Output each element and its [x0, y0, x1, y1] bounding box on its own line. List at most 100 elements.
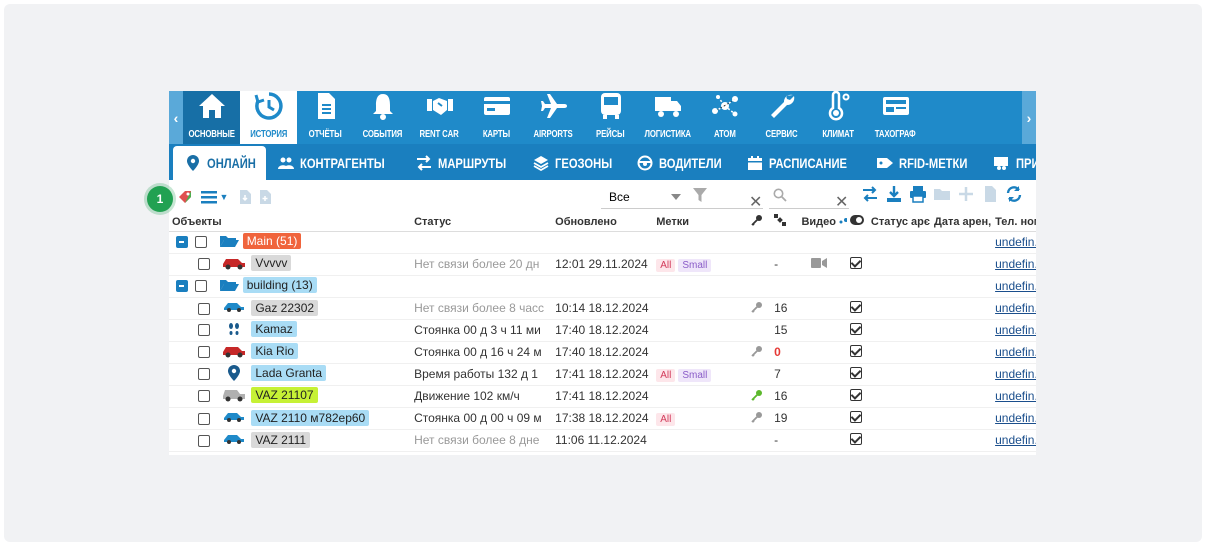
column-header[interactable]: Тел. ном [992, 213, 1036, 232]
select-checkbox[interactable] [198, 302, 210, 315]
nav-item-document[interactable]: ОТЧЁТЫ [297, 91, 354, 144]
nav-item-bell[interactable]: СОБЫТИЯ [354, 91, 411, 144]
group-name[interactable]: building (13) [242, 277, 317, 294]
phone-link[interactable]: undefin.. [995, 345, 1036, 359]
nav-item-airplane[interactable]: AIRPORTS [525, 91, 582, 144]
phone-link[interactable]: undefin.. [995, 279, 1036, 293]
nav-item-id-card[interactable]: ТАХОГРАФ [867, 91, 924, 144]
enabled-checkbox[interactable] [849, 256, 862, 269]
enabled-checkbox[interactable] [849, 344, 862, 357]
select-checkbox[interactable] [198, 346, 210, 359]
nav-item-handshake[interactable]: RENT CAR [411, 91, 468, 144]
tag-badge[interactable]: All [656, 258, 676, 272]
select-checkbox[interactable] [195, 236, 208, 249]
enabled-checkbox[interactable] [849, 388, 862, 401]
column-header[interactable]: Обновлено [552, 213, 654, 232]
object-name[interactable]: Gaz 22302 [251, 299, 319, 316]
nav-item-home[interactable]: ОСНОВНЫЕ [183, 91, 240, 144]
object-name[interactable]: VAZ 2110 м782ер60 [251, 409, 370, 426]
select-checkbox[interactable] [198, 412, 210, 425]
column-header[interactable]: Видео [798, 213, 847, 232]
table-row[interactable]: Gaz 22302 Нет связи более 8 часс 10:14 18.… [169, 297, 1036, 320]
tab-location-pin[interactable]: ОНЛАЙН [173, 146, 267, 180]
menu-icon[interactable] [199, 185, 219, 209]
column-header[interactable]: Статус [411, 213, 553, 232]
tab-calendar[interactable]: РАСПИСАНИЕ [735, 146, 865, 180]
phone-link[interactable]: undefin.. [995, 389, 1036, 403]
column-header[interactable]: Объекты [169, 213, 412, 232]
tab-route[interactable]: МАРШРУТЫ [404, 146, 521, 180]
group-row[interactable]: Main (51) undefin.. [169, 231, 1036, 254]
nav-item-truck[interactable]: ЛОГИСТИКА [639, 91, 696, 144]
tag-badge[interactable]: All [656, 368, 676, 382]
select-checkbox[interactable] [198, 434, 210, 447]
enabled-checkbox[interactable] [849, 366, 862, 379]
object-name[interactable]: VAZ 21107 [251, 387, 318, 404]
tag-badge[interactable]: All [656, 412, 676, 426]
phone-link[interactable]: undefin.. [995, 257, 1036, 271]
tab-trailer[interactable]: ПРИЦЕПЫ [982, 146, 1036, 180]
tab-layers[interactable]: ГЕОЗОНЫ [521, 146, 624, 180]
clear-search-icon[interactable]: ✕ [835, 192, 848, 212]
table-row[interactable]: VAZ 2111 Нет связи более 8 дне 11:06 11.12… [169, 429, 1036, 452]
phone-link[interactable]: undefin.. [995, 367, 1036, 381]
phone-link[interactable]: undefin.. [995, 301, 1036, 315]
enabled-checkbox[interactable] [849, 322, 862, 335]
column-header[interactable] [771, 213, 799, 232]
nav-item-card[interactable]: КАРТЫ [468, 91, 525, 144]
table-row[interactable]: Kia Rio Стоянка 00 д 16 ч 24 м 17:40 18.12… [169, 341, 1036, 364]
status-filter-select[interactable]: Все [601, 185, 691, 209]
tag-badge[interactable]: Small [678, 368, 712, 382]
select-checkbox[interactable] [198, 258, 210, 271]
swap-icon[interactable] [861, 185, 879, 203]
object-name[interactable]: Kamaz [251, 321, 297, 338]
select-checkbox[interactable] [195, 280, 208, 293]
nav-item-bus[interactable]: РЕЙСЫ [582, 91, 639, 144]
enabled-checkbox[interactable] [849, 410, 862, 423]
print-icon[interactable] [909, 185, 927, 203]
enabled-checkbox[interactable] [849, 432, 862, 445]
object-name[interactable]: VAZ 2111 [251, 431, 311, 448]
phone-link[interactable]: undefin.. [995, 411, 1036, 425]
search-input[interactable]: ✕ [769, 185, 849, 212]
phone-link[interactable]: undefin.. [995, 433, 1036, 447]
column-header[interactable]: Дата арен, [931, 213, 993, 232]
enabled-checkbox[interactable] [849, 300, 862, 313]
table-row[interactable]: VAZ 21107 Движение 102 км/ч 17:41 18.12.20… [169, 385, 1036, 408]
column-header[interactable]: Статус арє [867, 213, 932, 232]
download-icon[interactable] [885, 185, 903, 203]
filter-input[interactable]: ✕ [689, 185, 763, 212]
nav-right-arrow[interactable]: › [1022, 91, 1036, 144]
object-name[interactable]: Vvvvv [251, 255, 292, 272]
color-tag-icon[interactable] [175, 185, 195, 209]
column-header[interactable]: Метки [653, 213, 748, 232]
column-header[interactable] [846, 213, 868, 232]
column-header[interactable] [747, 213, 772, 232]
select-checkbox[interactable] [198, 324, 210, 337]
object-name[interactable]: Lada Granta [251, 365, 327, 382]
table-row[interactable]: Kamaz Стоянка 00 д 3 ч 11 ми 17:40 18.12.2… [169, 319, 1036, 342]
phone-link[interactable]: undefin.. [995, 235, 1036, 249]
nav-item-wrench[interactable]: СЕРВИС [753, 91, 810, 144]
tab-steering-wheel[interactable]: ВОДИТЕЛИ [625, 146, 735, 180]
object-name[interactable]: Kia Rio [251, 343, 299, 360]
chevron-down-icon[interactable]: ▼ [219, 185, 229, 209]
nav-item-thermometer[interactable]: КЛИМАТ [810, 91, 867, 144]
tab-people[interactable]: КОНТРАГЕНТЫ [266, 146, 404, 180]
nav-item-molecule[interactable]: ATOM [696, 91, 753, 144]
group-name[interactable]: Main (51) [242, 233, 302, 250]
tag-badge[interactable]: Small [678, 258, 712, 272]
select-checkbox[interactable] [198, 390, 210, 403]
phone-link[interactable]: undefin.. [995, 323, 1036, 337]
table-row[interactable]: VAZ 2110 м782ер60 Стоянка 00 д 00 ч 09 м1… [169, 407, 1036, 430]
nav-left-arrow[interactable]: ‹ [169, 91, 183, 144]
group-row[interactable]: building (13) undefin.. [169, 275, 1036, 298]
tab-tag[interactable]: RFID-МЕТКИ [865, 146, 982, 180]
collapse-group-checkbox[interactable] [176, 236, 188, 249]
clear-filter-icon[interactable]: ✕ [749, 192, 762, 212]
video-camera-icon[interactable] [811, 257, 828, 269]
collapse-group-checkbox[interactable] [176, 280, 188, 293]
table-row[interactable]: Vvvvv Нет связи более 20 дн 12:01 29.11.20… [169, 253, 1036, 276]
nav-item-history[interactable]: ИСТОРИЯ [240, 91, 297, 144]
select-checkbox[interactable] [198, 368, 210, 380]
